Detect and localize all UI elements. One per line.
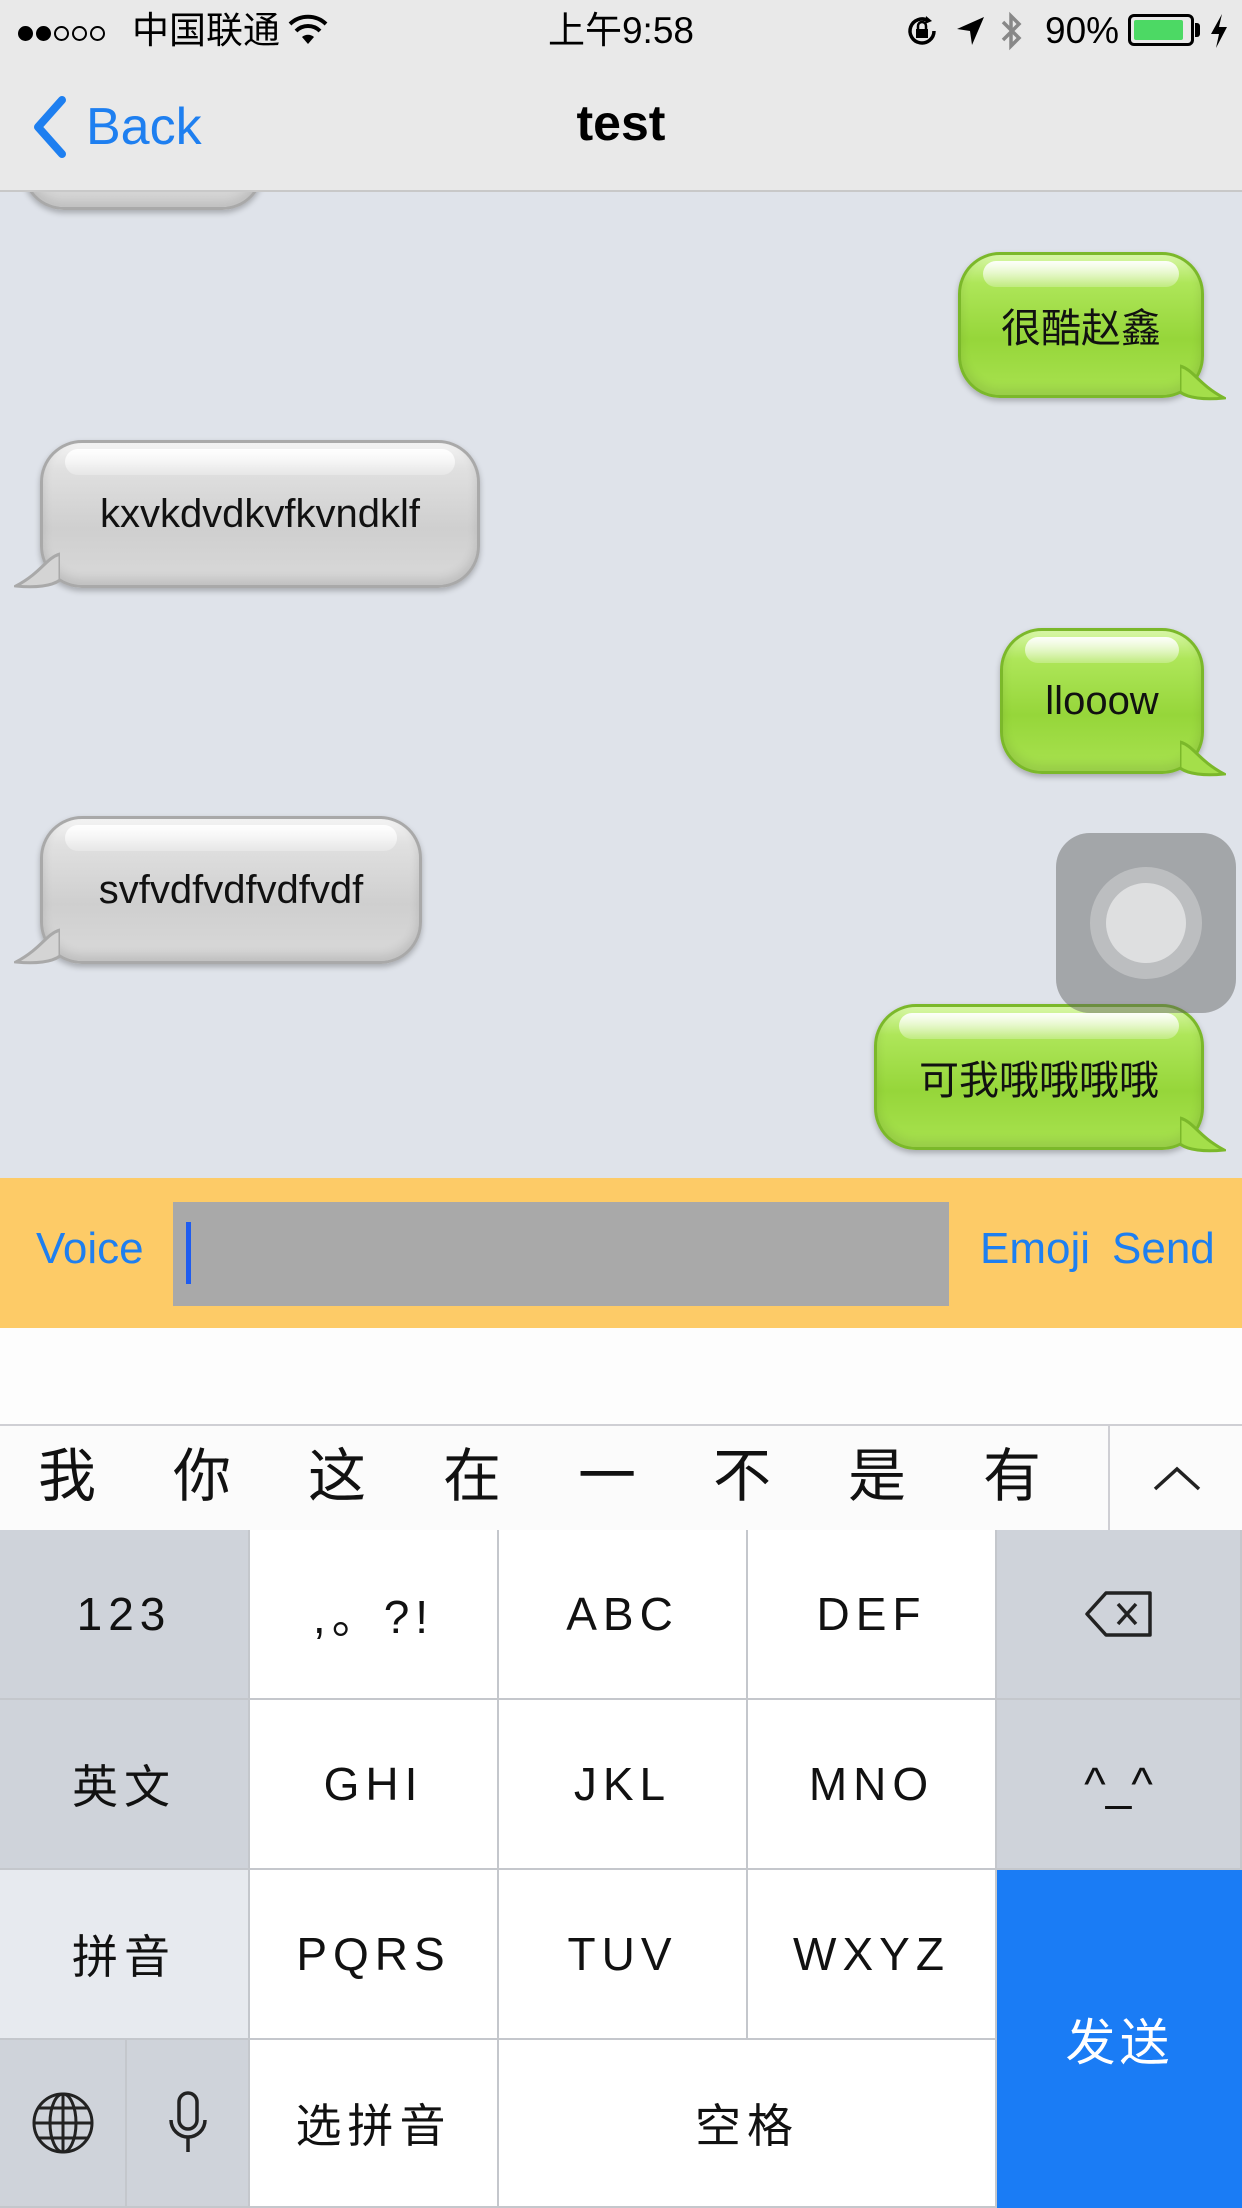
key-emoticon[interactable]: ^_^ xyxy=(997,1700,1242,1870)
message-input-bar: Voice Emoji Send xyxy=(0,1178,1242,1328)
bubble-gloss xyxy=(65,825,397,851)
voice-button[interactable]: Voice xyxy=(36,1224,144,1274)
candidate-item[interactable]: 有 xyxy=(967,1442,1057,1512)
battery-percent: 90% xyxy=(1045,10,1120,51)
bubble-gloss xyxy=(1025,637,1179,663)
message-bubble-incoming[interactable]: kxvkdvdkvfkvndklf xyxy=(40,440,480,588)
message-text: kxvkdvdkvfkvndklf xyxy=(99,491,421,536)
globe-icon xyxy=(32,2092,93,2154)
bubble-gloss xyxy=(65,449,455,475)
message-text: 可我哦哦哦哦 xyxy=(919,1059,1159,1103)
bubble-tail-incoming xyxy=(14,552,60,589)
bubble-tail-incoming xyxy=(14,928,60,965)
battery-icon xyxy=(1128,14,1194,46)
key-123[interactable]: 123 xyxy=(0,1530,250,1700)
battery-level-fill xyxy=(1134,20,1183,40)
chevron-up-icon xyxy=(1153,1466,1201,1491)
bubble-tail-outgoing xyxy=(1180,364,1226,401)
dictation-key[interactable] xyxy=(127,2040,250,2208)
key-punctuation[interactable]: ,。?! xyxy=(250,1530,499,1700)
delete-key[interactable] xyxy=(997,1530,1242,1700)
keyboard-send-key[interactable]: 发送 xyxy=(997,1870,1242,2208)
candidate-item[interactable]: 是 xyxy=(832,1442,922,1512)
message-text: llooow xyxy=(1045,678,1159,723)
message-bubble-outgoing[interactable]: llooow xyxy=(1000,628,1204,774)
bubble-gloss xyxy=(983,261,1179,287)
rotation-lock-icon xyxy=(908,16,936,45)
message-bubble-incoming[interactable] xyxy=(22,192,264,210)
keyboard-input-preview xyxy=(0,1328,1242,1424)
charging-bolt-icon xyxy=(1211,14,1227,48)
emoji-button[interactable]: Emoji xyxy=(980,1224,1090,1274)
message-input[interactable] xyxy=(173,1202,949,1306)
chat-message-list[interactable]: 很酷赵鑫 kxvkdvdkvfkvndklf llooow svfvdfvdfv… xyxy=(0,192,1242,1178)
message-text: svfvdfvdfvdfvdf xyxy=(98,867,364,912)
candidate-item[interactable]: 一 xyxy=(562,1442,652,1512)
candidate-item[interactable]: 我 xyxy=(22,1442,112,1512)
message-text: 很酷赵鑫 xyxy=(1001,307,1161,351)
location-arrow-icon xyxy=(957,17,984,45)
key-select-pinyin[interactable]: 选拼音 xyxy=(250,2040,499,2208)
candidate-item[interactable]: 在 xyxy=(427,1442,517,1512)
message-bubble-outgoing[interactable]: 可我哦哦哦哦 xyxy=(874,1004,1204,1150)
navigation-bar: Back test xyxy=(0,62,1242,192)
space-key[interactable]: 空格 xyxy=(499,2040,997,2208)
expand-candidates-button[interactable] xyxy=(1108,1426,1242,1530)
status-bar: 中国联通 上午9:58 90% xyxy=(0,0,1242,62)
bubble-tail-outgoing xyxy=(1180,740,1226,777)
key-wxyz[interactable]: WXYZ xyxy=(748,1870,997,2040)
pinyin-keyboard: 123 ,。?! ABC DEF 英文 GHI JKL MNO ^_^ 拼音 P… xyxy=(0,1530,1242,2208)
send-button[interactable]: Send xyxy=(1112,1224,1215,1274)
assistive-touch-center xyxy=(1106,883,1186,963)
key-english[interactable]: 英文 xyxy=(0,1700,250,1870)
candidate-bar: 我 你 这 在 一 不 是 有 xyxy=(0,1424,1242,1530)
key-tuv[interactable]: TUV xyxy=(499,1870,748,2040)
battery-tip xyxy=(1195,23,1200,37)
candidate-item[interactable]: 这 xyxy=(292,1442,382,1512)
key-abc[interactable]: ABC xyxy=(499,1530,748,1700)
page-title: test xyxy=(576,95,666,151)
message-bubble-incoming[interactable]: svfvdfvdfvdfvdf xyxy=(40,816,422,964)
bluetooth-icon xyxy=(1001,11,1022,51)
key-jkl[interactable]: JKL xyxy=(499,1700,748,1870)
key-mno[interactable]: MNO xyxy=(748,1700,997,1870)
key-pqrs[interactable]: PQRS xyxy=(250,1870,499,2040)
bubble-tail-outgoing xyxy=(1180,1116,1226,1153)
assistive-touch-button[interactable] xyxy=(1056,833,1236,1013)
key-def[interactable]: DEF xyxy=(748,1530,997,1700)
bubble-gloss xyxy=(899,1013,1179,1039)
backspace-icon xyxy=(1084,1591,1152,1637)
key-pinyin[interactable]: 拼音 xyxy=(0,1870,250,2040)
microphone-icon xyxy=(168,2091,207,2152)
message-bubble-outgoing[interactable]: 很酷赵鑫 xyxy=(958,252,1204,398)
candidate-item[interactable]: 你 xyxy=(157,1442,247,1512)
globe-key[interactable] xyxy=(0,2040,127,2208)
text-cursor xyxy=(186,1222,191,1284)
candidate-item[interactable]: 不 xyxy=(697,1442,787,1512)
key-ghi[interactable]: GHI xyxy=(250,1700,499,1870)
